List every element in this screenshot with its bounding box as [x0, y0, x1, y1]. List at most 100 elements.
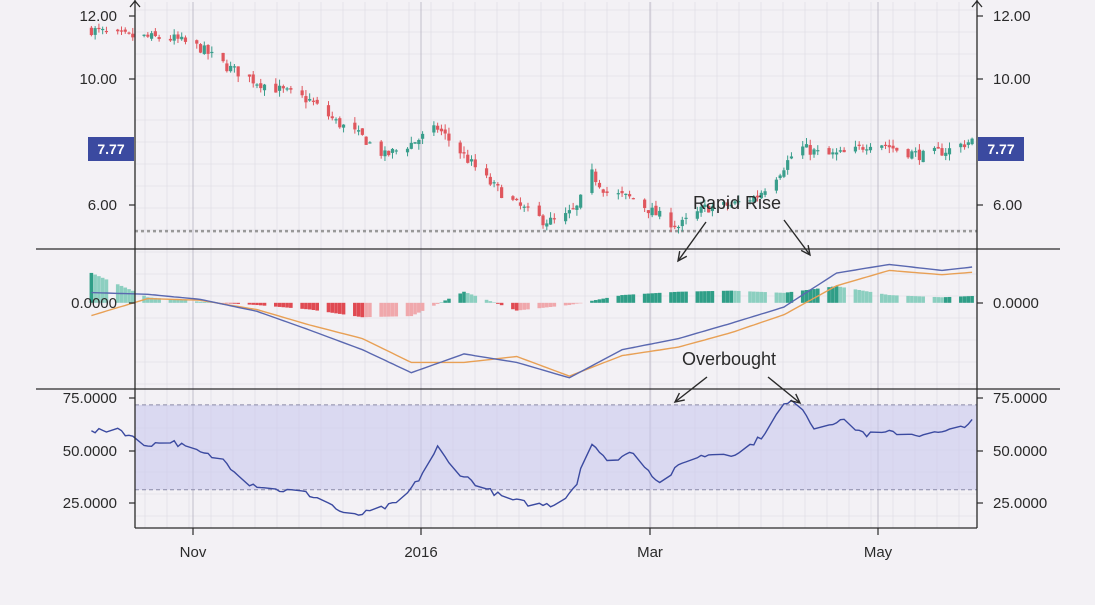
candle	[921, 149, 925, 163]
macd-histogram-bar	[499, 302, 504, 306]
candle-body	[338, 118, 342, 128]
macd-histogram-bar	[861, 290, 865, 303]
macd-histogram-bar	[725, 290, 730, 303]
candle-body	[808, 145, 812, 155]
candle-body	[97, 27, 101, 30]
candle-body	[89, 27, 93, 36]
candle-body	[676, 226, 681, 229]
candle-body	[436, 125, 440, 130]
macd-histogram-bar	[518, 302, 523, 311]
macd-histogram-bar	[624, 294, 628, 303]
candle-body	[183, 37, 188, 42]
candle-body	[895, 147, 899, 151]
candle-body	[409, 142, 413, 149]
macd-histogram-bar	[326, 302, 331, 313]
macd-histogram-bar	[417, 302, 421, 313]
macd-histogram-bar	[646, 293, 651, 303]
candle	[906, 148, 910, 159]
candle-body	[936, 146, 940, 149]
macd-histogram-bar	[409, 302, 414, 317]
macd-histogram-bar	[759, 291, 764, 303]
candle-body	[383, 150, 387, 157]
candle-body	[413, 142, 417, 144]
price-tick-right-2: 6.00	[993, 197, 1022, 214]
annotation-overbought: Overbought	[682, 349, 776, 369]
candle-body	[865, 149, 869, 151]
candle-body	[868, 146, 873, 151]
macd-histogram-bar	[356, 302, 361, 317]
macd-histogram-bar	[785, 292, 790, 303]
macd-histogram-bar	[202, 301, 207, 303]
candle-body	[643, 199, 647, 209]
candle-body	[304, 96, 308, 103]
macd-histogram-bar	[537, 302, 542, 309]
candle-body	[492, 182, 496, 184]
price-tick-left-1: 10.00	[79, 71, 117, 88]
candle-body	[594, 171, 598, 183]
macd-histogram-bar	[864, 291, 869, 303]
candle-body	[778, 175, 782, 179]
candle-body	[443, 129, 447, 134]
candle	[579, 194, 583, 210]
candle-body	[522, 206, 526, 208]
candle-body	[368, 142, 372, 144]
macd-histogram-bar	[179, 300, 184, 303]
macd-histogram-bar	[522, 302, 527, 310]
candle-body	[669, 212, 673, 228]
rsi-tick-left-1: 50.0000	[63, 443, 117, 460]
candle-body	[123, 29, 127, 32]
macd-histogram-bar	[469, 294, 474, 303]
candle-body	[834, 152, 839, 155]
macd-histogram-bar	[947, 296, 952, 303]
macd-histogram-bar	[782, 292, 786, 303]
candle-body	[149, 33, 154, 39]
rsi-tick-left-2: 25.0000	[63, 495, 117, 512]
candle-body	[357, 130, 361, 132]
macd-histogram-bar	[883, 294, 888, 303]
candle-body	[883, 144, 888, 146]
price-tick-left-2: 6.00	[88, 197, 117, 214]
candle-body	[801, 146, 805, 156]
candle-body	[947, 148, 952, 155]
macd-histogram-bar	[593, 300, 598, 303]
candle-body	[210, 51, 214, 54]
rsi-band-fill	[135, 404, 977, 490]
price-tick-left-0: 12.00	[79, 8, 117, 25]
macd-histogram-bar	[386, 302, 391, 317]
candle-body	[469, 159, 474, 162]
macd-histogram-bar	[258, 302, 263, 306]
candle-body	[146, 34, 150, 37]
annotation-rapid-rise-text: Rapid Rise	[693, 193, 781, 213]
macd-histogram-bar	[751, 291, 756, 303]
macd-histogram-bar	[364, 302, 368, 318]
macd-histogram-bar	[578, 302, 583, 304]
macd-histogram-bar	[439, 302, 444, 303]
candle-body	[281, 86, 285, 89]
macd-histogram-bar	[232, 302, 237, 304]
candle-body	[842, 149, 846, 153]
candle-body	[326, 105, 331, 117]
macd-histogram-bar	[379, 302, 383, 317]
candle-body	[515, 198, 519, 201]
candle-body	[906, 149, 910, 158]
candle-body	[360, 128, 364, 135]
macd-histogram-bar	[748, 291, 752, 303]
candle-body	[959, 143, 963, 148]
candle-body	[300, 90, 304, 96]
macd-histogram-bar	[300, 302, 304, 309]
candle-body	[259, 83, 263, 89]
candle-body	[827, 148, 831, 155]
candle-body	[646, 210, 651, 214]
candle-body	[116, 29, 120, 32]
candle-body	[334, 119, 338, 121]
macd-histogram-bar	[959, 296, 963, 303]
macd-histogram-bar	[597, 299, 602, 303]
macd-histogram-bar	[119, 285, 124, 303]
candle-body	[379, 141, 383, 156]
macd-histogram-bar	[262, 302, 267, 306]
macd-histogram-bar	[552, 302, 557, 307]
candle-body	[251, 74, 255, 84]
chart-canvas: Rapid Rise Overbought 7.77 7.77 12.00 10…	[0, 0, 1095, 600]
macd-histogram-bar	[676, 291, 681, 303]
candle-body	[782, 170, 786, 177]
